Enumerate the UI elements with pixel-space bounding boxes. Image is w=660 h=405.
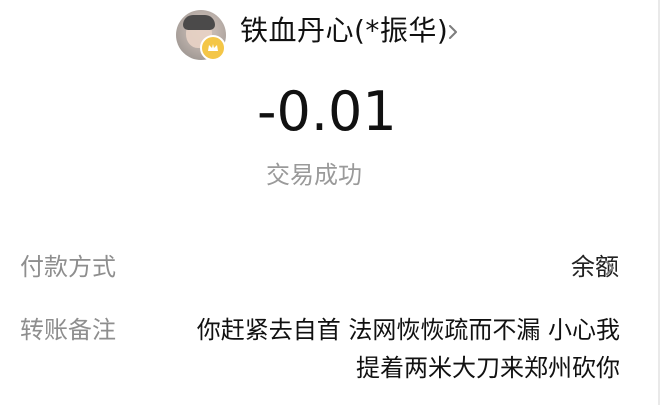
recipient-name[interactable]: 铁血丹心(*振华) xyxy=(240,14,448,48)
transfer-remark-text: 你赶紧去自首 法网恢恢疏而不漏 小心我 提着两米大刀来郑州砍你 xyxy=(160,311,620,387)
chevron-right-svg xyxy=(449,25,457,39)
chevron-right-icon[interactable] xyxy=(446,24,460,39)
transaction-status: 交易成功 xyxy=(266,161,362,189)
crown-icon xyxy=(200,35,226,61)
avatar-hair xyxy=(183,15,215,30)
transaction-amount: -0.01 xyxy=(257,80,397,143)
transfer-header: 铁血丹心(*振华) xyxy=(0,0,660,70)
payment-method-label: 付款方式 xyxy=(20,253,116,281)
remark-line-1: 你赶紧去自首 法网恢恢疏而不漏 小心我 xyxy=(196,316,620,344)
crown-icon-svg xyxy=(208,44,218,51)
payment-chevron-svg xyxy=(606,261,614,275)
remark-line-2: 提着两米大刀来郑州砍你 xyxy=(356,354,620,382)
transfer-remark-label: 转账备注 xyxy=(20,316,116,344)
chevron-right-icon[interactable] xyxy=(603,260,617,275)
